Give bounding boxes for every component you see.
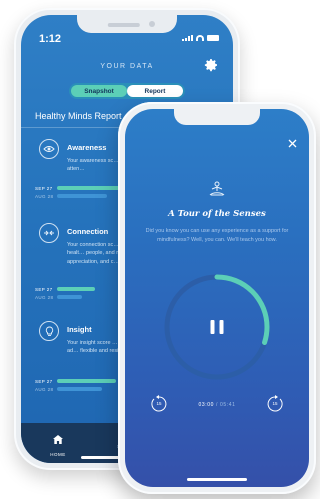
status-time: 1:12	[39, 33, 62, 45]
front-phone-frame: A Tour of the Senses Did you know you ca…	[118, 102, 316, 494]
tab-snapshot[interactable]: Snapshot	[71, 85, 127, 97]
score-bar-previous	[57, 387, 102, 391]
score-bar-previous	[57, 295, 82, 299]
eye-icon	[39, 139, 59, 159]
progress-ring[interactable]	[161, 271, 273, 383]
tab-report[interactable]: Report	[127, 85, 183, 97]
close-icon[interactable]	[288, 139, 297, 148]
pause-button[interactable]	[210, 320, 224, 334]
player-screen: A Tour of the Senses Did you know you ca…	[125, 109, 309, 487]
total-duration: 05:41	[220, 402, 236, 408]
speaker-grille	[107, 23, 140, 27]
bar-label: SEP 27	[35, 379, 53, 384]
score-bar-current	[57, 186, 122, 190]
session-description: Did you know you can use any experience …	[145, 228, 289, 243]
session-title: A Tour of the Senses	[168, 209, 266, 219]
connection-icon	[39, 223, 59, 243]
bar-label: AUG 28	[35, 295, 54, 300]
section-title: Insight	[67, 325, 92, 334]
phone-notch	[174, 109, 260, 125]
camera-dot	[149, 21, 155, 27]
meditation-icon	[125, 181, 309, 197]
promo-stage: 1:12 YOUR DATA Snapshot Report Healthy M…	[0, 0, 320, 499]
lightbulb-icon	[39, 321, 59, 341]
section-title: Awareness	[67, 143, 107, 152]
score-bar-previous	[57, 194, 107, 198]
bar-label: SEP 27	[35, 186, 53, 191]
gear-icon[interactable]	[203, 57, 219, 73]
skip-forward-seconds: 15	[272, 401, 278, 406]
bar-label: AUG 28	[35, 194, 54, 199]
tab-home[interactable]: HOME	[43, 431, 73, 457]
wifi-icon	[196, 35, 204, 41]
time-separator: /	[216, 402, 218, 408]
battery-icon	[207, 35, 219, 41]
bar-label: SEP 27	[35, 287, 53, 292]
tab-label: HOME	[50, 452, 66, 457]
segmented-control: Snapshot Report	[69, 83, 185, 99]
signal-icon	[182, 35, 193, 41]
home-indicator	[187, 478, 247, 481]
skip-forward-button[interactable]: 15	[265, 394, 285, 414]
score-bar-current	[57, 379, 116, 383]
home-icon	[53, 435, 63, 444]
section-title: Connection	[67, 227, 109, 236]
phone-notch	[77, 15, 177, 33]
elapsed-time: 03:00	[198, 402, 214, 408]
status-icons	[182, 35, 219, 41]
report-title: Healthy Minds Report	[35, 111, 122, 121]
score-bar-current	[57, 287, 95, 291]
page-title: YOUR DATA	[100, 63, 154, 70]
bar-label: AUG 28	[35, 387, 54, 392]
